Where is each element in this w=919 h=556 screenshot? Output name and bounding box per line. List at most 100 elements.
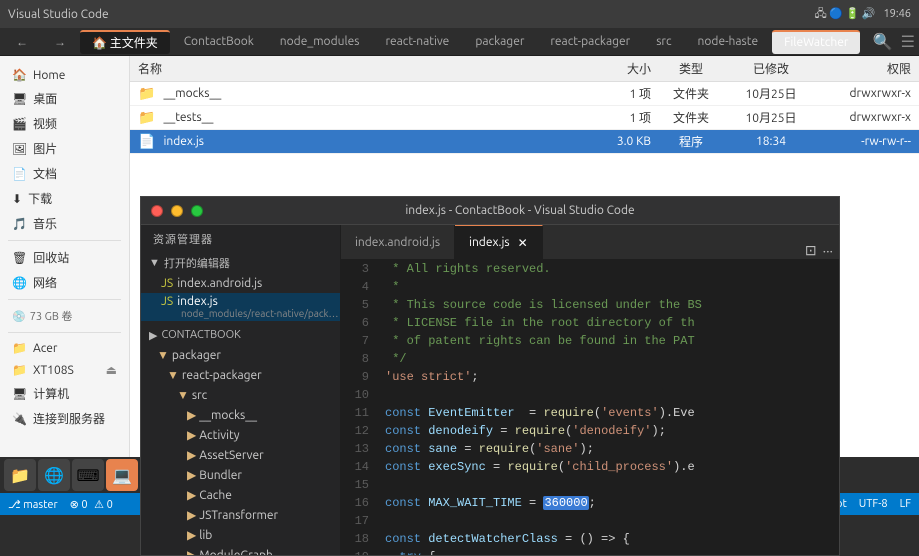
editor-tab-index[interactable]: index.js ✕ [455, 225, 543, 259]
col-modified[interactable]: 已修改 [731, 60, 811, 77]
folder-icon: ▼ [157, 348, 169, 362]
nav-forward[interactable]: → [42, 30, 78, 54]
sidebar-xt108s[interactable]: 📁 XT108S ⏏ [0, 359, 129, 381]
file-index-path: node_modules/react-native/packager/react… [161, 308, 340, 319]
tab-react-packager[interactable]: react-packager [538, 30, 642, 54]
disk-icon: 💿 [12, 310, 26, 323]
taskbar-terminal-icon[interactable]: ⌨ [72, 459, 104, 491]
tab-react-native[interactable]: react-native [373, 30, 461, 54]
code-line: const sane = require('sane'); [385, 440, 831, 458]
tab-index-label: index.js [469, 236, 510, 249]
tree-src[interactable]: ▼ src [141, 385, 340, 405]
tab-packager[interactable]: packager [463, 30, 536, 54]
sidebar-home[interactable]: 🏠 Home [0, 64, 129, 86]
code-editor[interactable]: 3 4 5 6 7 8 9 10 11 12 13 14 15 16 [341, 260, 839, 555]
tab-src[interactable]: src [644, 30, 683, 54]
editor-tab-android[interactable]: index.android.js [341, 225, 455, 259]
open-file-index[interactable]: JS index.js node_modules/react-native/pa… [141, 293, 340, 321]
tree-packager-label: packager [172, 349, 221, 362]
sidebar-music[interactable]: 🎵 音乐 [0, 211, 129, 236]
tab-filewatcher[interactable]: FileWatcher [772, 30, 860, 54]
vscode-max-btn[interactable] [191, 205, 203, 217]
divider-3 [8, 332, 121, 333]
sidebar-computer-label: 计算机 [33, 385, 69, 402]
view-btn[interactable]: ☰ [901, 32, 915, 51]
sidebar-computer[interactable]: 🖥 计算机 [0, 381, 129, 406]
file-manager-sidebar: 🏠 Home 🖥 桌面 🎬 视频 🖼 图片 📄 文档 ⬇ 下载 🎵 音乐 [0, 56, 130, 515]
system-icons: 🖧 🔵 🔋 🔊 [815, 5, 876, 24]
close-tab-icon[interactable]: ✕ [518, 236, 528, 250]
search-btn[interactable]: 🔍 [873, 32, 893, 51]
taskbar-files-icon[interactable]: 📁 [4, 459, 36, 491]
open-file-android[interactable]: JS index.android.js [141, 273, 340, 293]
code-line: const EventEmitter = require('events').E… [385, 404, 831, 422]
table-row[interactable]: 📄 index.js 3.0 KB 程序 18:34 -rw-rw-r-- [130, 130, 919, 154]
table-row[interactable]: 📁 __mocks__ 1 项 文件夹 10月25日 drwxrwxr-x [130, 82, 919, 106]
line-ending[interactable]: LF [900, 498, 911, 510]
sidebar-docs-label: 文档 [33, 165, 57, 182]
downloads-icon: ⬇ [12, 192, 22, 206]
vscode-min-btn[interactable] [171, 205, 183, 217]
contactbook-section[interactable]: ▶ CONTACTBOOK [141, 325, 340, 345]
disk-73gb[interactable]: 💿 73 GB 卷 [12, 308, 117, 324]
taskbar-vscode-icon[interactable]: 💻 [106, 459, 138, 491]
sidebar-connect-server[interactable]: 🔌 连接到服务器 [0, 406, 129, 431]
error-count: ⊗ 0 ⚠ 0 [70, 498, 113, 511]
tree-react-packager[interactable]: ▼ react-packager [141, 365, 340, 385]
tree-packager[interactable]: ▼ packager [141, 345, 340, 365]
explorer-header[interactable]: 资源管理器 [141, 225, 340, 253]
chevron-down-icon: ▼ [149, 257, 160, 269]
line-num: 5 [349, 296, 369, 314]
line-num: 19 [349, 548, 369, 555]
code-body[interactable]: * All rights reserved. * * This source c… [377, 260, 839, 555]
eject-icon[interactable]: ⏏ [106, 363, 117, 377]
nav-back[interactable]: ← [4, 30, 40, 54]
sidebar-trash[interactable]: 🗑 回收站 [0, 245, 129, 270]
vscode-body: 资源管理器 ▼ 打开的编辑器 JS index.android.js JS in… [141, 225, 839, 555]
tree-jstransformer[interactable]: ▶ JSTransformer [141, 505, 340, 525]
git-branch[interactable]: ⎇ master [8, 498, 58, 511]
col-perms[interactable]: 权限 [811, 60, 911, 77]
taskbar-browser-icon[interactable]: 🌐 [38, 459, 70, 491]
code-line [385, 476, 831, 494]
tab-contactbook[interactable]: ContactBook [172, 30, 266, 54]
folder-icon: ▶ [187, 488, 196, 502]
tab-home[interactable]: 🏠 主文件夹 [80, 30, 170, 54]
code-line: 'use strict'; [385, 368, 831, 386]
tree-activity[interactable]: ▶ Activity [141, 425, 340, 445]
line-num: 14 [349, 458, 369, 476]
encoding[interactable]: UTF-8 [859, 498, 888, 510]
sidebar-desktop[interactable]: 🖥 桌面 [0, 86, 129, 111]
sidebar-pictures[interactable]: 🖼 图片 [0, 136, 129, 161]
sidebar-network[interactable]: 🌐 网络 [0, 270, 129, 295]
table-row[interactable]: 📁 __tests__ 1 项 文件夹 10月25日 drwxrwxr-x [130, 106, 919, 130]
tree-mocks[interactable]: ▶ __mocks__ [141, 405, 340, 425]
sidebar-home-label: Home [33, 69, 65, 82]
split-editor-icon[interactable]: ⊡ [805, 242, 817, 259]
col-type[interactable]: 类型 [651, 60, 731, 77]
sidebar-downloads[interactable]: ⬇ 下载 [0, 186, 129, 211]
tree-lib[interactable]: ▶ lib [141, 525, 340, 545]
error-icon: ⊗ [70, 499, 79, 511]
line-num: 12 [349, 422, 369, 440]
line-num: 7 [349, 332, 369, 350]
more-actions-icon[interactable]: ··· [823, 243, 833, 259]
tree-bundler[interactable]: ▶ Bundler [141, 465, 340, 485]
sidebar-video[interactable]: 🎬 视频 [0, 111, 129, 136]
file-size: 3.0 KB [571, 135, 651, 148]
tab-node-modules[interactable]: node_modules [268, 30, 372, 54]
vscode-close-btn[interactable] [151, 205, 163, 217]
col-size[interactable]: 大小 [571, 60, 651, 77]
open-editors-section[interactable]: ▼ 打开的编辑器 [141, 253, 340, 273]
sidebar-acer[interactable]: 📁 Acer [0, 337, 129, 359]
file-index-label: index.js [177, 295, 218, 308]
pictures-icon: 🖼 [12, 142, 27, 156]
tree-modulegraph[interactable]: ▶ ModuleGraph [141, 545, 340, 555]
tree-assetserver[interactable]: ▶ AssetServer [141, 445, 340, 465]
editor-toolbar: ⊡ ··· [543, 242, 839, 259]
tab-node-haste[interactable]: node-haste [686, 30, 771, 54]
tree-bundler-label: Bundler [199, 469, 242, 482]
tree-cache[interactable]: ▶ Cache [141, 485, 340, 505]
sidebar-docs[interactable]: 📄 文档 [0, 161, 129, 186]
col-name[interactable]: 名称 [138, 60, 571, 77]
